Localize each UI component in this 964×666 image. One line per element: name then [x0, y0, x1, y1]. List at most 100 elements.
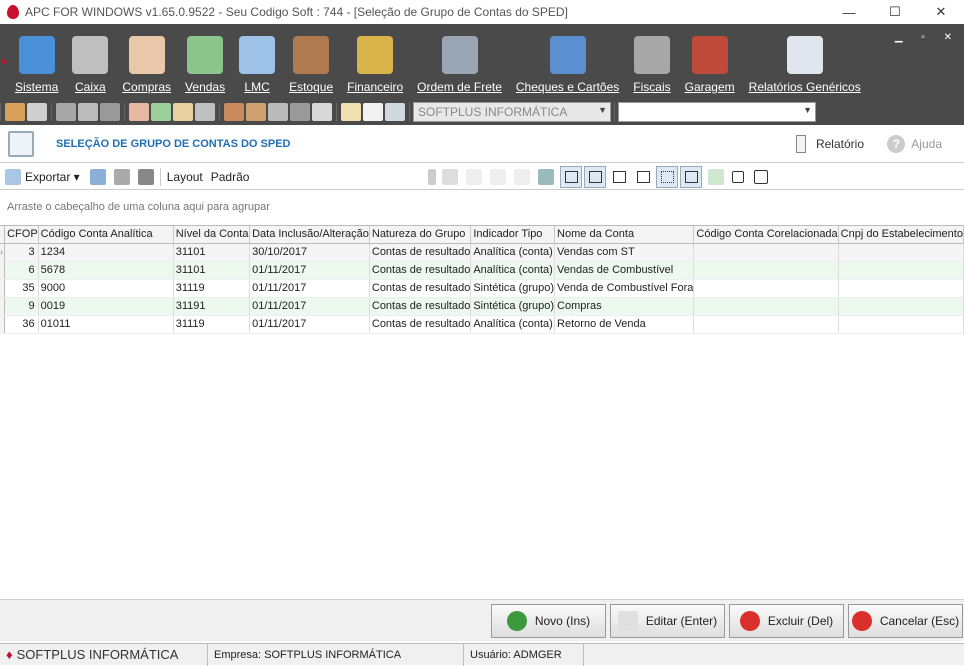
edit-button[interactable]: Editar (Enter)	[610, 604, 725, 638]
nivel-cell[interactable]: 31119	[173, 315, 251, 334]
delete-button[interactable]: Excluir (Del)	[729, 604, 844, 638]
table-row[interactable]: 6 5678 31101 01/11/2017 Contas de result…	[0, 261, 964, 280]
column-header-natureza[interactable]: Natureza do Grupo	[369, 226, 472, 244]
columns-icon[interactable]	[538, 169, 554, 185]
export-button[interactable]: Exportar ▾	[5, 168, 80, 185]
menu-window-controls[interactable]: ▁ ▫ ✕	[895, 32, 960, 43]
company-select[interactable]: SOFTPLUS INFORMÁTICA ▼	[413, 101, 611, 122]
menu-item-ordem-de-frete[interactable]: Ordem de Frete	[410, 24, 509, 98]
data-cell[interactable]: 01/11/2017	[249, 279, 370, 298]
view-preview-button[interactable]	[680, 166, 702, 188]
menu-item-financeiro[interactable]: Financeiro	[340, 24, 410, 98]
view-summary-button[interactable]	[632, 166, 654, 188]
nivel-cell[interactable]: 31101	[173, 261, 251, 280]
dropdown-icon[interactable]	[428, 169, 436, 185]
menu-item-fiscais[interactable]: Fiscais	[626, 24, 677, 98]
data-cell[interactable]: 01/11/2017	[249, 261, 370, 280]
menu-item-estoque[interactable]: Estoque	[282, 24, 340, 98]
doc-icon[interactable]	[173, 102, 193, 121]
cfop-cell[interactable]: 6	[4, 261, 39, 280]
invoice-icon[interactable]	[129, 102, 149, 121]
table-row[interactable]: › 3 1234 31101 30/10/2017 Contas de resu…	[0, 243, 964, 262]
natureza-cell[interactable]: Contas de resultado	[369, 279, 472, 298]
natureza-cell[interactable]: Contas de resultado	[369, 297, 472, 316]
column-header-nivel[interactable]: Nível da Conta	[173, 226, 251, 244]
expand-icon[interactable]	[732, 171, 744, 183]
crate-icon[interactable]	[246, 102, 266, 121]
group-by-area[interactable]: Arraste o cabeçalho de uma coluna aqui p…	[0, 191, 964, 224]
nome-cell[interactable]: Compras	[554, 297, 695, 316]
correlacionada-cell[interactable]	[693, 261, 839, 280]
cfop-cell[interactable]: 9	[4, 297, 39, 316]
printer-icon[interactable]	[100, 102, 120, 121]
column-header-data[interactable]: Data Inclusão/Alteração	[249, 226, 370, 244]
natureza-cell[interactable]: Contas de resultado	[369, 243, 472, 262]
tools-icon[interactable]	[27, 102, 47, 121]
menu-item-caixa[interactable]: Caixa	[65, 24, 115, 98]
view-group-button[interactable]	[584, 166, 606, 188]
view-header-button[interactable]	[560, 166, 582, 188]
print-icon[interactable]	[137, 168, 154, 185]
list-icon[interactable]	[195, 102, 215, 121]
tree-icon[interactable]	[754, 170, 768, 184]
new-button[interactable]: Novo (Ins)	[491, 604, 606, 638]
nivel-cell[interactable]: 31119	[173, 279, 251, 298]
menu-item-garagem[interactable]: Garagem	[678, 24, 742, 98]
table-row[interactable]: 9 0019 31191 01/11/2017 Contas de result…	[0, 297, 964, 316]
menu-item-sistema[interactable]: Sistema	[8, 24, 65, 98]
indicador-cell[interactable]: Analítica (conta)	[470, 243, 556, 262]
codigo-cell[interactable]: 1234	[38, 243, 174, 262]
pump-icon[interactable]	[268, 102, 288, 121]
filter-icon[interactable]	[708, 169, 724, 185]
indicador-cell[interactable]: Sintética (grupo)	[470, 279, 556, 298]
secondary-select[interactable]: ▼	[618, 101, 816, 122]
nome-cell[interactable]: Venda de Combustível Fora	[554, 279, 695, 298]
correlacionada-cell[interactable]	[693, 243, 839, 262]
view-grid-button[interactable]	[656, 166, 678, 188]
data-cell[interactable]: 01/11/2017	[249, 297, 370, 316]
menu-item-vendas[interactable]: Vendas	[178, 24, 232, 98]
menu-item-cheques-e-cart-es[interactable]: Cheques e Cartões	[509, 24, 626, 98]
codigo-cell[interactable]: 5678	[38, 261, 174, 280]
help-button[interactable]: ? Ajuda	[887, 135, 942, 153]
indicador-cell[interactable]: Sintética (grupo)	[470, 297, 556, 316]
codigo-cell[interactable]: 01011	[38, 315, 174, 334]
column-header-correlacionada[interactable]: Código Conta Corelacionada	[693, 226, 839, 244]
cnpj-cell[interactable]	[838, 243, 964, 262]
sheet-icon[interactable]	[151, 102, 171, 121]
nome-cell[interactable]: Retorno de Venda	[554, 315, 695, 334]
form-icon[interactable]	[385, 102, 405, 121]
indicador-cell[interactable]: Analítica (conta)	[470, 261, 556, 280]
table-row[interactable]: 36 01011 31119 01/11/2017 Contas de resu…	[0, 315, 964, 334]
hose-icon[interactable]	[290, 102, 310, 121]
cnpj-cell[interactable]	[838, 297, 964, 316]
nome-cell[interactable]: Vendas com ST	[554, 243, 695, 262]
nome-cell[interactable]: Vendas de Combustível	[554, 261, 695, 280]
column-header-cfop[interactable]: CFOP	[4, 226, 39, 244]
cnpj-cell[interactable]	[838, 279, 964, 298]
column-header-indicador[interactable]: Indicador Tipo	[470, 226, 556, 244]
cnpj-cell[interactable]	[838, 261, 964, 280]
cfop-cell[interactable]: 3	[4, 243, 39, 262]
note-icon[interactable]	[341, 102, 361, 121]
layout-value[interactable]: Padrão	[211, 170, 250, 184]
report-button[interactable]: Relatório	[795, 135, 864, 153]
preview-icon[interactable]	[113, 168, 130, 185]
refresh-icon[interactable]	[89, 168, 106, 185]
nivel-cell[interactable]: 31191	[173, 297, 251, 316]
correlacionada-cell[interactable]	[693, 279, 839, 298]
box-icon[interactable]	[224, 102, 244, 121]
menu-item-relat-rios-gen-ricos[interactable]: Relatórios Genéricos	[742, 24, 868, 98]
minimize-button[interactable]: —	[826, 0, 872, 24]
menu-item-compras[interactable]: Compras	[115, 24, 178, 98]
menu-item-lmc[interactable]: LMC	[232, 24, 282, 98]
table-row[interactable]: 35 9000 31119 01/11/2017 Contas de resul…	[0, 279, 964, 298]
data-cell[interactable]: 30/10/2017	[249, 243, 370, 262]
view-footer-button[interactable]	[608, 166, 630, 188]
indicador-cell[interactable]: Analítica (conta)	[470, 315, 556, 334]
cnpj-cell[interactable]	[838, 315, 964, 334]
user-icon[interactable]	[5, 102, 25, 121]
natureza-cell[interactable]: Contas de resultado	[369, 315, 472, 334]
column-header-nome[interactable]: Nome da Conta	[554, 226, 695, 244]
codigo-cell[interactable]: 0019	[38, 297, 174, 316]
